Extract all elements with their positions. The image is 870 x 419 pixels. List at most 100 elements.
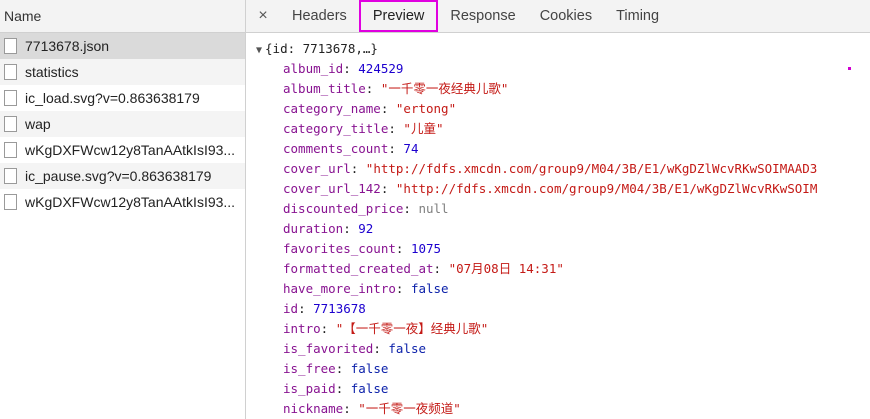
- json-value: "一千零一夜经典儿歌": [380, 81, 509, 96]
- json-value: "一千零一夜频道": [358, 401, 461, 416]
- json-colon: :: [343, 401, 359, 416]
- detail-panel: × Headers Preview Response Cookies Timing ▼{…: [246, 0, 870, 419]
- tab-list: Headers Preview Response Cookies Timing: [280, 0, 671, 32]
- json-key: intro: [283, 321, 321, 336]
- json-colon: :: [388, 121, 404, 136]
- json-property[interactable]: album_title: "一千零一夜经典儿歌": [246, 79, 870, 99]
- request-row[interactable]: ic_pause.svg?v=0.863638179: [0, 163, 245, 189]
- json-property[interactable]: discounted_price: null: [246, 199, 870, 219]
- request-row[interactable]: ic_load.svg?v=0.863638179: [0, 85, 245, 111]
- json-property[interactable]: album_id: 424529: [246, 59, 870, 79]
- json-property[interactable]: is_free: false: [246, 359, 870, 379]
- tab-response[interactable]: Response: [438, 0, 527, 32]
- detail-tabbar: × Headers Preview Response Cookies Timing: [246, 0, 870, 33]
- json-colon: :: [380, 101, 396, 116]
- json-colon: :: [298, 301, 314, 316]
- json-colon: :: [320, 321, 336, 336]
- request-name: statistics: [25, 64, 79, 80]
- json-property[interactable]: nickname: "一千零一夜频道": [246, 399, 870, 419]
- json-property[interactable]: duration: 92: [246, 219, 870, 239]
- json-value: "http://fdfs.xmcdn.com/group9/M04/3B/E1/…: [365, 161, 818, 176]
- tab-cookies[interactable]: Cookies: [528, 0, 604, 32]
- json-property[interactable]: is_paid: false: [246, 379, 870, 399]
- json-key: is_favorited: [283, 341, 374, 356]
- json-key: cover_url: [283, 161, 351, 176]
- json-property[interactable]: formatted_created_at: "07月08日 14:31": [246, 259, 870, 279]
- file-icon: [4, 168, 17, 184]
- json-value: "ertong": [395, 101, 457, 116]
- request-row[interactable]: wKgDXFWcw12y8TanAAtkIsI93...: [0, 137, 245, 163]
- json-value: false: [388, 341, 427, 356]
- json-key: nickname: [283, 401, 344, 416]
- file-icon: [4, 116, 17, 132]
- request-name: 7713678.json: [25, 38, 110, 54]
- json-key: is_paid: [283, 381, 336, 396]
- json-key: have_more_intro: [283, 281, 396, 296]
- json-colon: :: [395, 241, 411, 256]
- json-colon: :: [395, 281, 411, 296]
- json-value: 7713678: [313, 301, 366, 316]
- json-value: false: [410, 281, 449, 296]
- json-colon: :: [373, 341, 389, 356]
- json-property[interactable]: cover_url: "http://fdfs.xmcdn.com/group9…: [246, 159, 870, 179]
- json-value: "【一千零一夜】经典儿歌": [335, 321, 489, 336]
- request-row[interactable]: 7713678.json: [0, 33, 245, 59]
- tab-preview[interactable]: Preview: [358, 0, 439, 32]
- json-key: cover_url_142: [283, 181, 381, 196]
- json-colon: :: [403, 201, 419, 216]
- json-colon: :: [388, 141, 404, 156]
- close-icon[interactable]: ×: [246, 7, 280, 25]
- file-icon: [4, 142, 17, 158]
- tab-timing[interactable]: Timing: [604, 0, 671, 32]
- file-icon: [4, 194, 17, 210]
- request-name: ic_pause.svg?v=0.863638179: [25, 168, 212, 184]
- name-column-header[interactable]: Name: [0, 0, 245, 33]
- json-value: false: [350, 361, 389, 376]
- json-key: comments_count: [283, 141, 389, 156]
- json-colon: :: [350, 161, 366, 176]
- request-list-panel: Name 7713678.json statistics ic_load.svg?v…: [0, 0, 246, 419]
- json-property[interactable]: have_more_intro: false: [246, 279, 870, 299]
- json-key: is_free: [283, 361, 336, 376]
- json-property[interactable]: comments_count: 74: [246, 139, 870, 159]
- file-icon: [4, 90, 17, 106]
- json-value: 1075: [410, 241, 442, 256]
- request-name: wKgDXFWcw12y8TanAAtkIsI93...: [25, 194, 236, 210]
- json-key: album_id: [283, 61, 344, 76]
- json-preview: ▼ {id: 7713678,…} album_id: 424529 album_t…: [246, 33, 870, 419]
- json-key: category_title: [283, 121, 389, 136]
- json-key: favorites_count: [283, 241, 396, 256]
- json-colon: :: [335, 381, 351, 396]
- json-key: formatted_created_at: [283, 261, 434, 276]
- json-property[interactable]: is_favorited: false: [246, 339, 870, 359]
- request-row[interactable]: wKgDXFWcw12y8TanAAtkIsI93...: [0, 189, 245, 215]
- json-colon: :: [365, 81, 381, 96]
- json-property[interactable]: intro: "【一千零一夜】经典儿歌": [246, 319, 870, 339]
- json-property[interactable]: favorites_count: 1075: [246, 239, 870, 259]
- request-name: wKgDXFWcw12y8TanAAtkIsI93...: [25, 142, 236, 158]
- request-list: 7713678.json statistics ic_load.svg?v=0.86…: [0, 33, 245, 215]
- request-name: ic_load.svg?v=0.863638179: [25, 90, 200, 106]
- json-colon: :: [433, 261, 449, 276]
- json-property[interactable]: category_title: "儿童": [246, 119, 870, 139]
- file-icon: [4, 38, 17, 54]
- json-colon: :: [380, 181, 396, 196]
- json-value: "http://fdfs.xmcdn.com/group9/M04/3B/E1/…: [395, 181, 818, 196]
- json-value: null: [418, 201, 449, 216]
- caret-down-icon[interactable]: ▼: [256, 45, 262, 56]
- json-key: category_name: [283, 101, 381, 116]
- json-key: duration: [283, 221, 344, 236]
- json-colon: :: [343, 221, 359, 236]
- tab-headers[interactable]: Headers: [280, 0, 359, 32]
- json-colon: :: [343, 61, 359, 76]
- json-value: "07月08日 14:31": [448, 261, 564, 276]
- json-value: false: [350, 381, 389, 396]
- json-property[interactable]: cover_url_142: "http://fdfs.xmcdn.com/gr…: [246, 179, 870, 199]
- request-row[interactable]: wap: [0, 111, 245, 137]
- json-root-line[interactable]: ▼ {id: 7713678,…}: [246, 39, 870, 59]
- json-property[interactable]: id: 7713678: [246, 299, 870, 319]
- request-row[interactable]: statistics: [0, 59, 245, 85]
- json-key: discounted_price: [283, 201, 404, 216]
- json-value: 74: [403, 141, 419, 156]
- json-property[interactable]: category_name: "ertong": [246, 99, 870, 119]
